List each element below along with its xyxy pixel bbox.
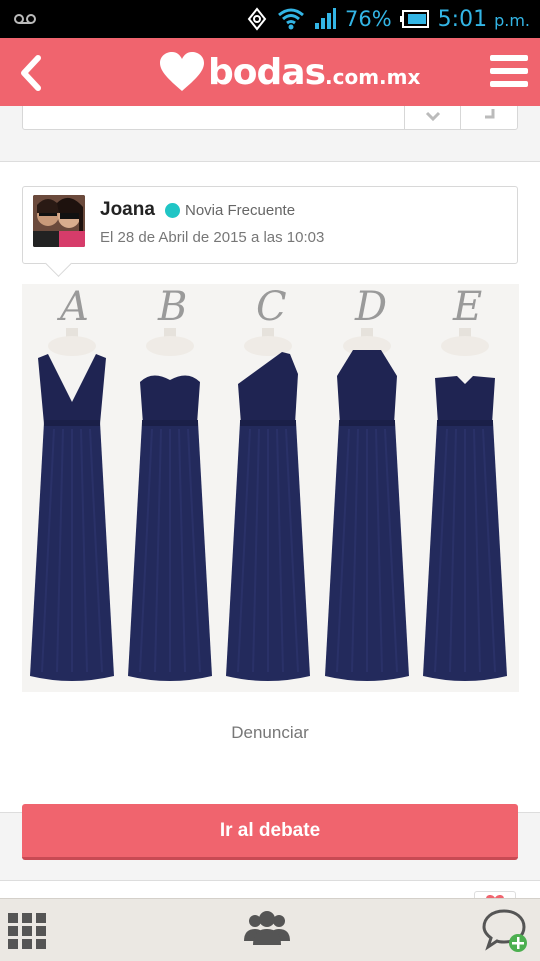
grid-menu-icon [8,913,46,949]
community-button[interactable] [242,907,290,953]
community-icon [244,911,290,945]
logo-text: bodas [208,51,326,93]
thread-content[interactable]: Joana Novia Frecuente El 28 de Abril de … [0,106,540,900]
hamburger-menu-icon [490,55,528,87]
app-header: bodas .com.mx [0,38,540,106]
post-image[interactable]: A B C D E [22,284,519,692]
post-date: El 28 de Abril de 2015 a las 10:03 [100,229,325,246]
previous-post-toolbar [22,106,518,130]
post-card: Joana Novia Frecuente El 28 de Abril de … [0,161,540,813]
back-arrow-icon [21,55,41,91]
dress-label-c: C [256,284,287,330]
dress-label-d: D [354,284,387,330]
bodas-logo[interactable]: bodas .com.mx [158,46,420,98]
wifi-icon [278,8,304,30]
clock-time: 5:01 [437,6,488,32]
signal-icon [314,8,336,29]
author-name[interactable]: Joana [100,199,155,221]
online-status-dot [165,203,180,218]
dress-label-a: A [56,284,89,330]
next-toolbar-button[interactable] [460,106,517,129]
heart-logo-icon [160,52,204,91]
dress-label-b: B [157,284,187,330]
grid-menu-button[interactable] [4,907,52,953]
avatar[interactable] [33,195,85,247]
avatar-photo [33,195,85,247]
menu-button[interactable] [488,50,530,92]
chevron-icon [485,109,495,119]
clock-suffix: p.m. [494,10,530,30]
author-rank: Novia Frecuente [185,202,296,219]
go-to-debate-button[interactable]: Ir al debate [22,804,518,860]
author-header: Joana Novia Frecuente El 28 de Abril de … [22,186,518,264]
report-link[interactable]: Denunciar [0,723,540,743]
battery-icon [399,10,429,28]
bottom-nav [0,898,540,961]
voicemail-icon [14,14,36,24]
dress-label-e: E [452,284,482,330]
next-post-card [0,880,540,900]
dresses-photo: A B C D E [22,284,519,692]
sync-icon [247,7,267,31]
status-bar: 76% 5:01 p.m. [0,0,540,38]
logo-domain: .com.mx [325,65,421,89]
battery-percent: 76% [344,7,392,31]
back-button[interactable] [8,46,58,98]
new-chat-icon [482,909,527,952]
chevron-icon [425,111,441,122]
new-chat-button[interactable] [482,907,530,953]
prev-toolbar-button[interactable] [404,106,461,129]
clock: 5:01 p.m. [438,7,530,32]
